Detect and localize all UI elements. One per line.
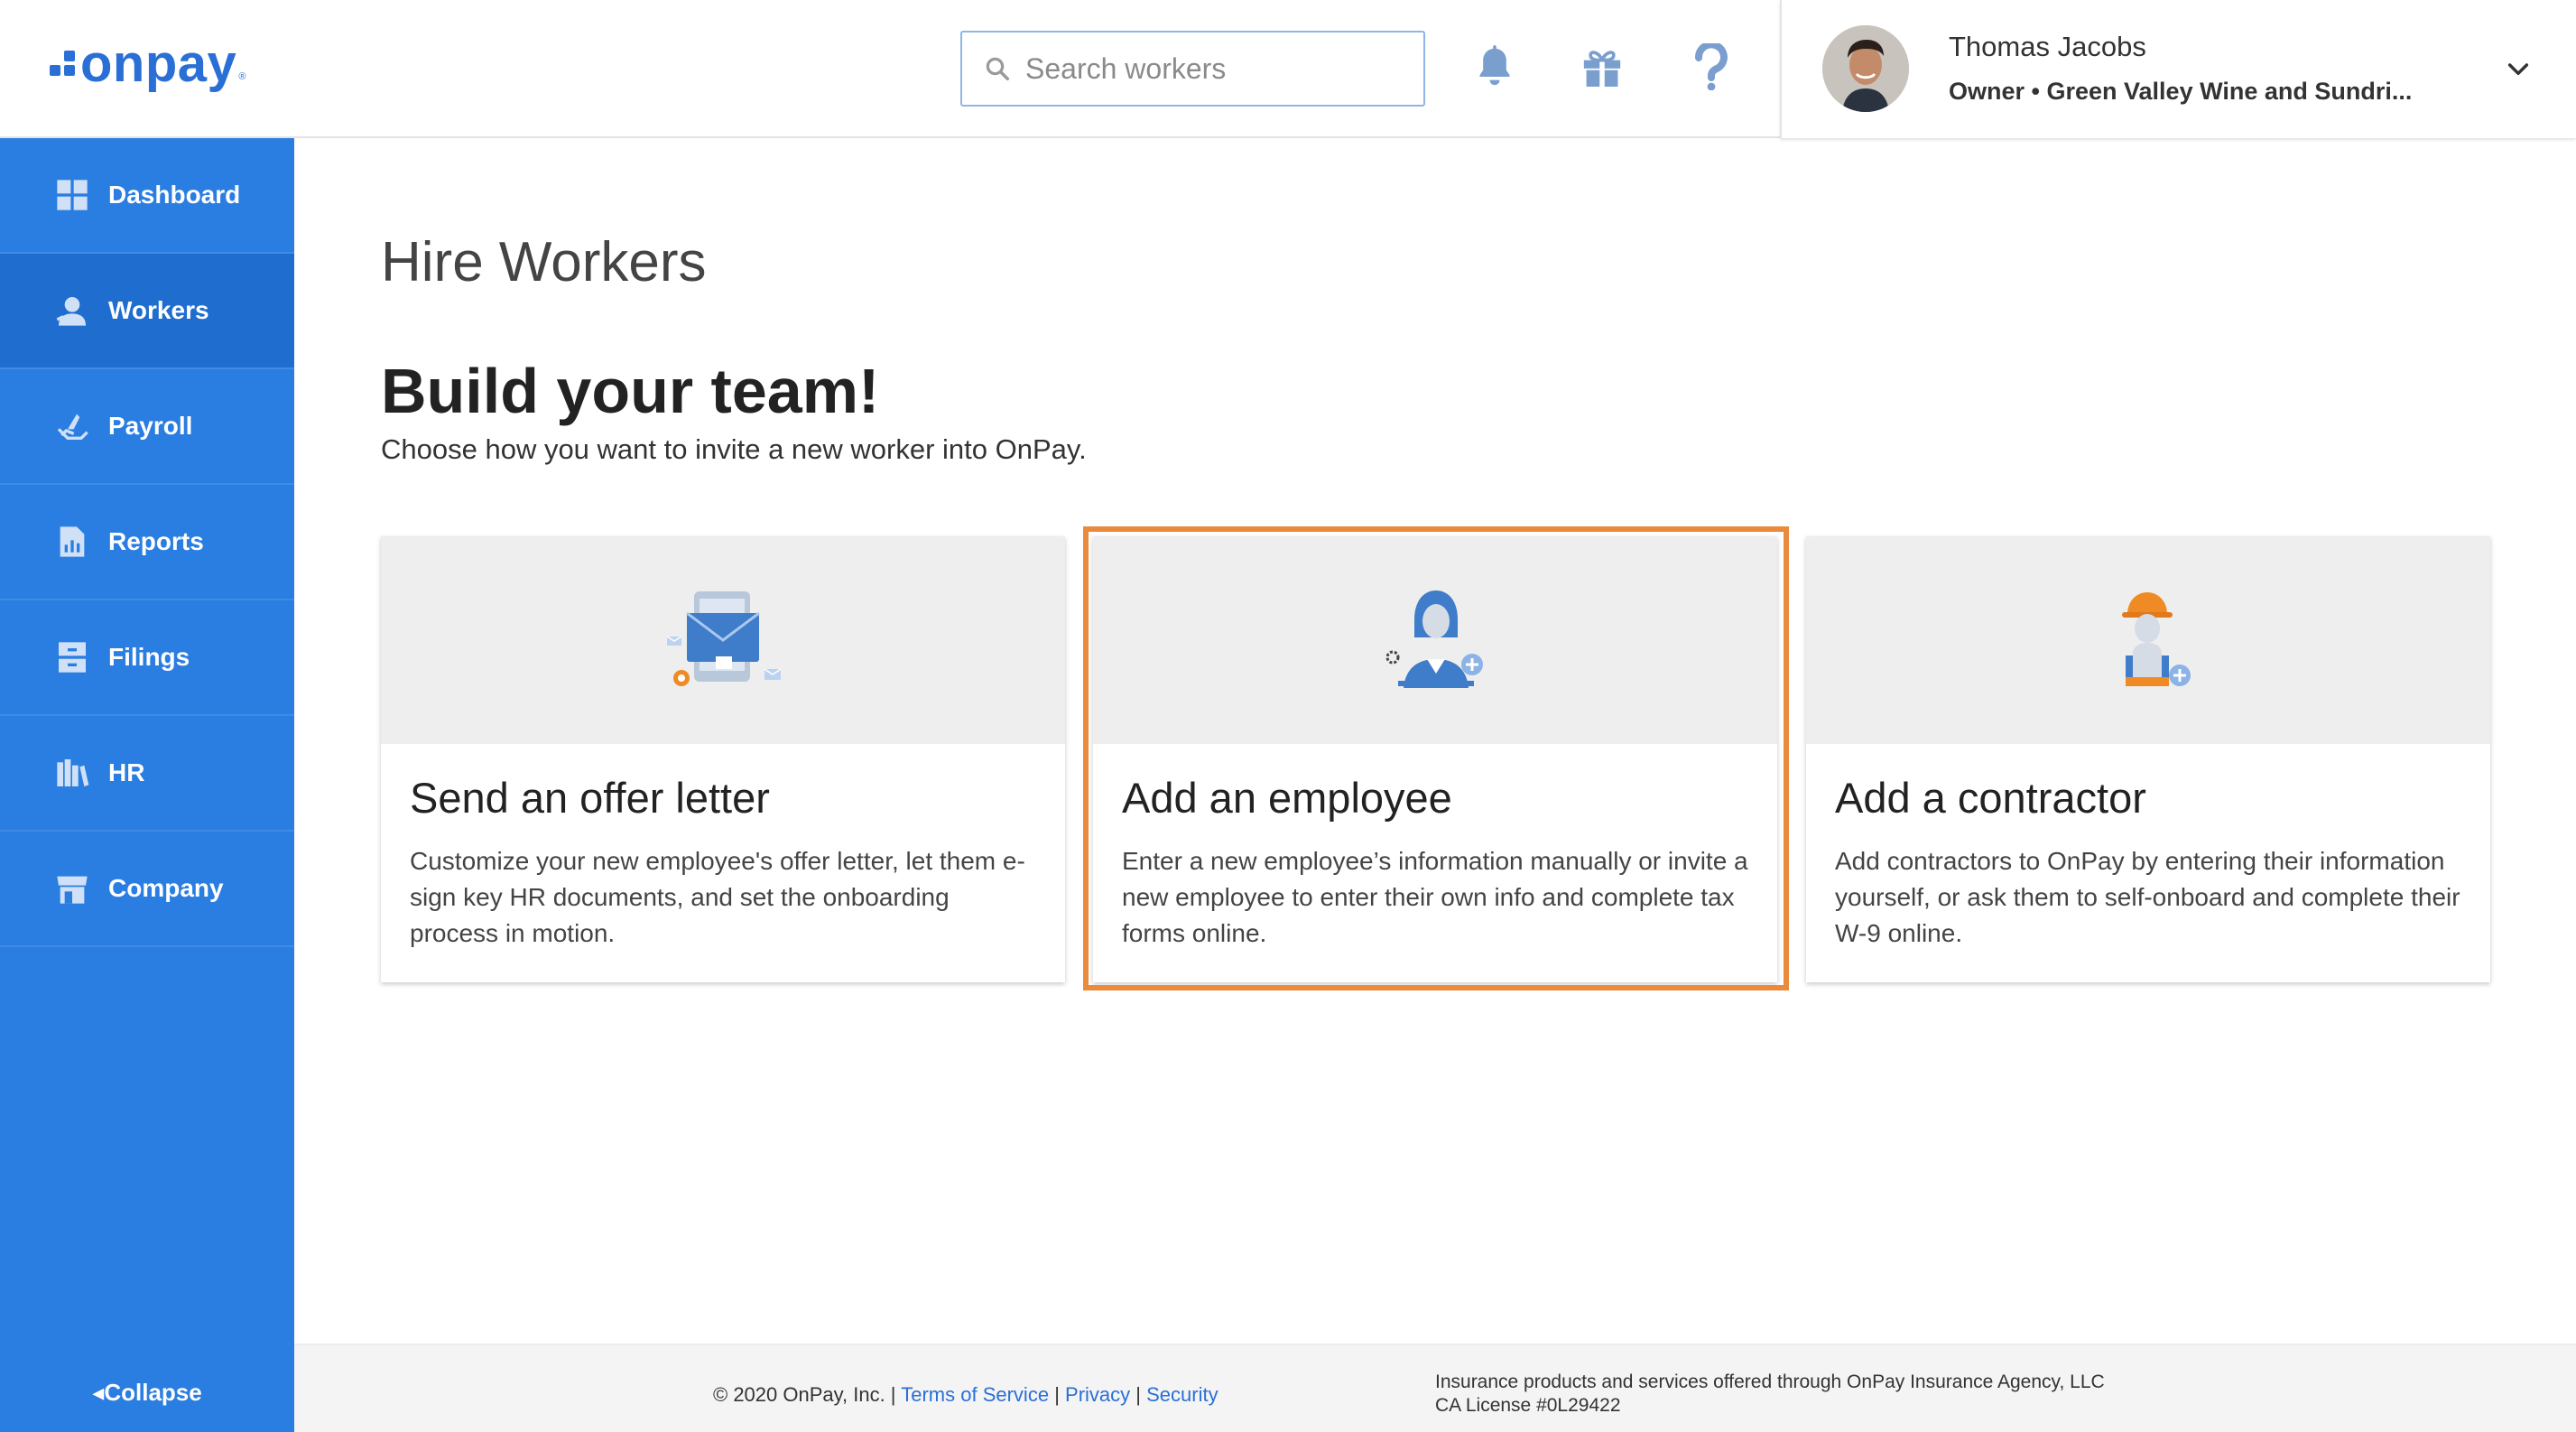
onpay-logo[interactable]: onpay ® <box>50 38 246 90</box>
footer: © 2020 OnPay, Inc. | Terms of Service | … <box>294 1344 2576 1432</box>
privacy-link[interactable]: Privacy <box>1065 1383 1130 1406</box>
sidebar-item-reports[interactable]: Reports <box>0 485 294 600</box>
offer-letter-illustration-icon <box>666 591 782 686</box>
dashboard-grid-icon <box>57 180 88 210</box>
sidebar-item-label: Company <box>108 874 224 902</box>
logo-text: onpay <box>80 34 237 93</box>
sidebar-item-label: HR <box>108 758 145 786</box>
search-input[interactable] <box>1025 51 1404 86</box>
company-store-icon <box>57 876 88 904</box>
section-subheading: Choose how you want to invite a new work… <box>381 433 1087 465</box>
hr-books-icon <box>57 759 89 786</box>
user-menu[interactable]: Thomas Jacobs Owner • Green Valley Wine … <box>1780 0 2576 138</box>
insurance-line: Insurance products and services offered … <box>1435 1372 2105 1392</box>
search-box[interactable] <box>960 31 1425 107</box>
security-link[interactable]: Security <box>1146 1383 1218 1406</box>
license-line: CA License #0L29422 <box>1435 1395 1621 1416</box>
footer-links: © 2020 OnPay, Inc. | Terms of Service | … <box>713 1383 1219 1407</box>
page-title: Hire Workers <box>381 231 707 293</box>
chevron-left-icon: ◂ <box>92 1379 105 1406</box>
bell-icon[interactable] <box>1468 40 1522 94</box>
filings-cabinet-icon <box>59 642 86 673</box>
collapse-label: Collapse <box>104 1379 202 1406</box>
card-description: Customize your new employee's offer lett… <box>410 847 1025 947</box>
sidebar-item-label: Workers <box>108 296 209 324</box>
logo-mark-icon <box>50 49 77 79</box>
payroll-hand-icon <box>57 414 88 440</box>
sidebar-item-dashboard[interactable]: Dashboard <box>0 138 294 254</box>
gift-icon[interactable] <box>1575 40 1629 94</box>
footer-separator: | <box>1135 1383 1141 1406</box>
sidebar: Dashboard Workers Payroll Reports Filing… <box>0 138 294 1432</box>
card-title: Add an employee <box>1122 774 1452 822</box>
add-contractor-card[interactable]: Add a contractor Add contractors to OnPa… <box>1806 536 2490 982</box>
card-description: Add contractors to OnPay by entering the… <box>1835 847 2460 947</box>
card-illustration-area <box>381 536 1065 744</box>
logo-registered-mark: ® <box>238 71 246 82</box>
sidebar-item-payroll[interactable]: Payroll <box>0 369 294 485</box>
sidebar-item-filings[interactable]: Filings <box>0 600 294 716</box>
section-heading: Build your team! <box>381 356 880 426</box>
sidebar-item-workers[interactable]: Workers <box>0 254 294 369</box>
workers-icon <box>56 297 86 326</box>
help-icon[interactable] <box>1684 40 1738 94</box>
terms-of-service-link[interactable]: Terms of Service <box>901 1383 1049 1406</box>
sidebar-item-label: Payroll <box>108 412 193 440</box>
card-description: Enter a new employee’s information manua… <box>1122 847 1748 947</box>
reports-document-icon <box>60 526 85 557</box>
sidebar-item-label: Reports <box>108 527 204 555</box>
top-header: onpay ® Thomas Jacobs Owner • Green Vall… <box>0 0 2576 138</box>
insurance-disclaimer: Insurance products and services offered … <box>1435 1371 2105 1418</box>
add-employee-card[interactable]: Add an employee Enter a new employee’s i… <box>1093 536 1777 982</box>
card-illustration-area <box>1806 536 2490 744</box>
card-title: Add a contractor <box>1835 774 2146 822</box>
chevron-down-icon[interactable] <box>2504 54 2533 83</box>
collapse-button[interactable]: ◂Collapse <box>0 1379 294 1407</box>
sidebar-item-label: Dashboard <box>108 181 241 209</box>
user-role: Owner • Green Valley Wine and Sundri... <box>1949 78 2413 105</box>
sidebar-item-company[interactable]: Company <box>0 832 294 947</box>
employee-illustration-icon <box>1385 590 1483 688</box>
card-illustration-area <box>1093 536 1777 744</box>
sidebar-item-label: Filings <box>108 643 190 671</box>
avatar[interactable] <box>1822 25 1909 112</box>
search-icon <box>986 57 1009 80</box>
user-name: Thomas Jacobs <box>1949 31 2146 62</box>
sidebar-item-hr[interactable]: HR <box>0 716 294 832</box>
offer-letter-card[interactable]: Send an offer letter Customize your new … <box>381 536 1065 982</box>
footer-separator: | <box>1054 1383 1060 1406</box>
copyright-text: © 2020 OnPay, Inc. | <box>713 1383 896 1406</box>
contractor-illustration-icon <box>2122 592 2191 686</box>
card-title: Send an offer letter <box>410 774 770 822</box>
